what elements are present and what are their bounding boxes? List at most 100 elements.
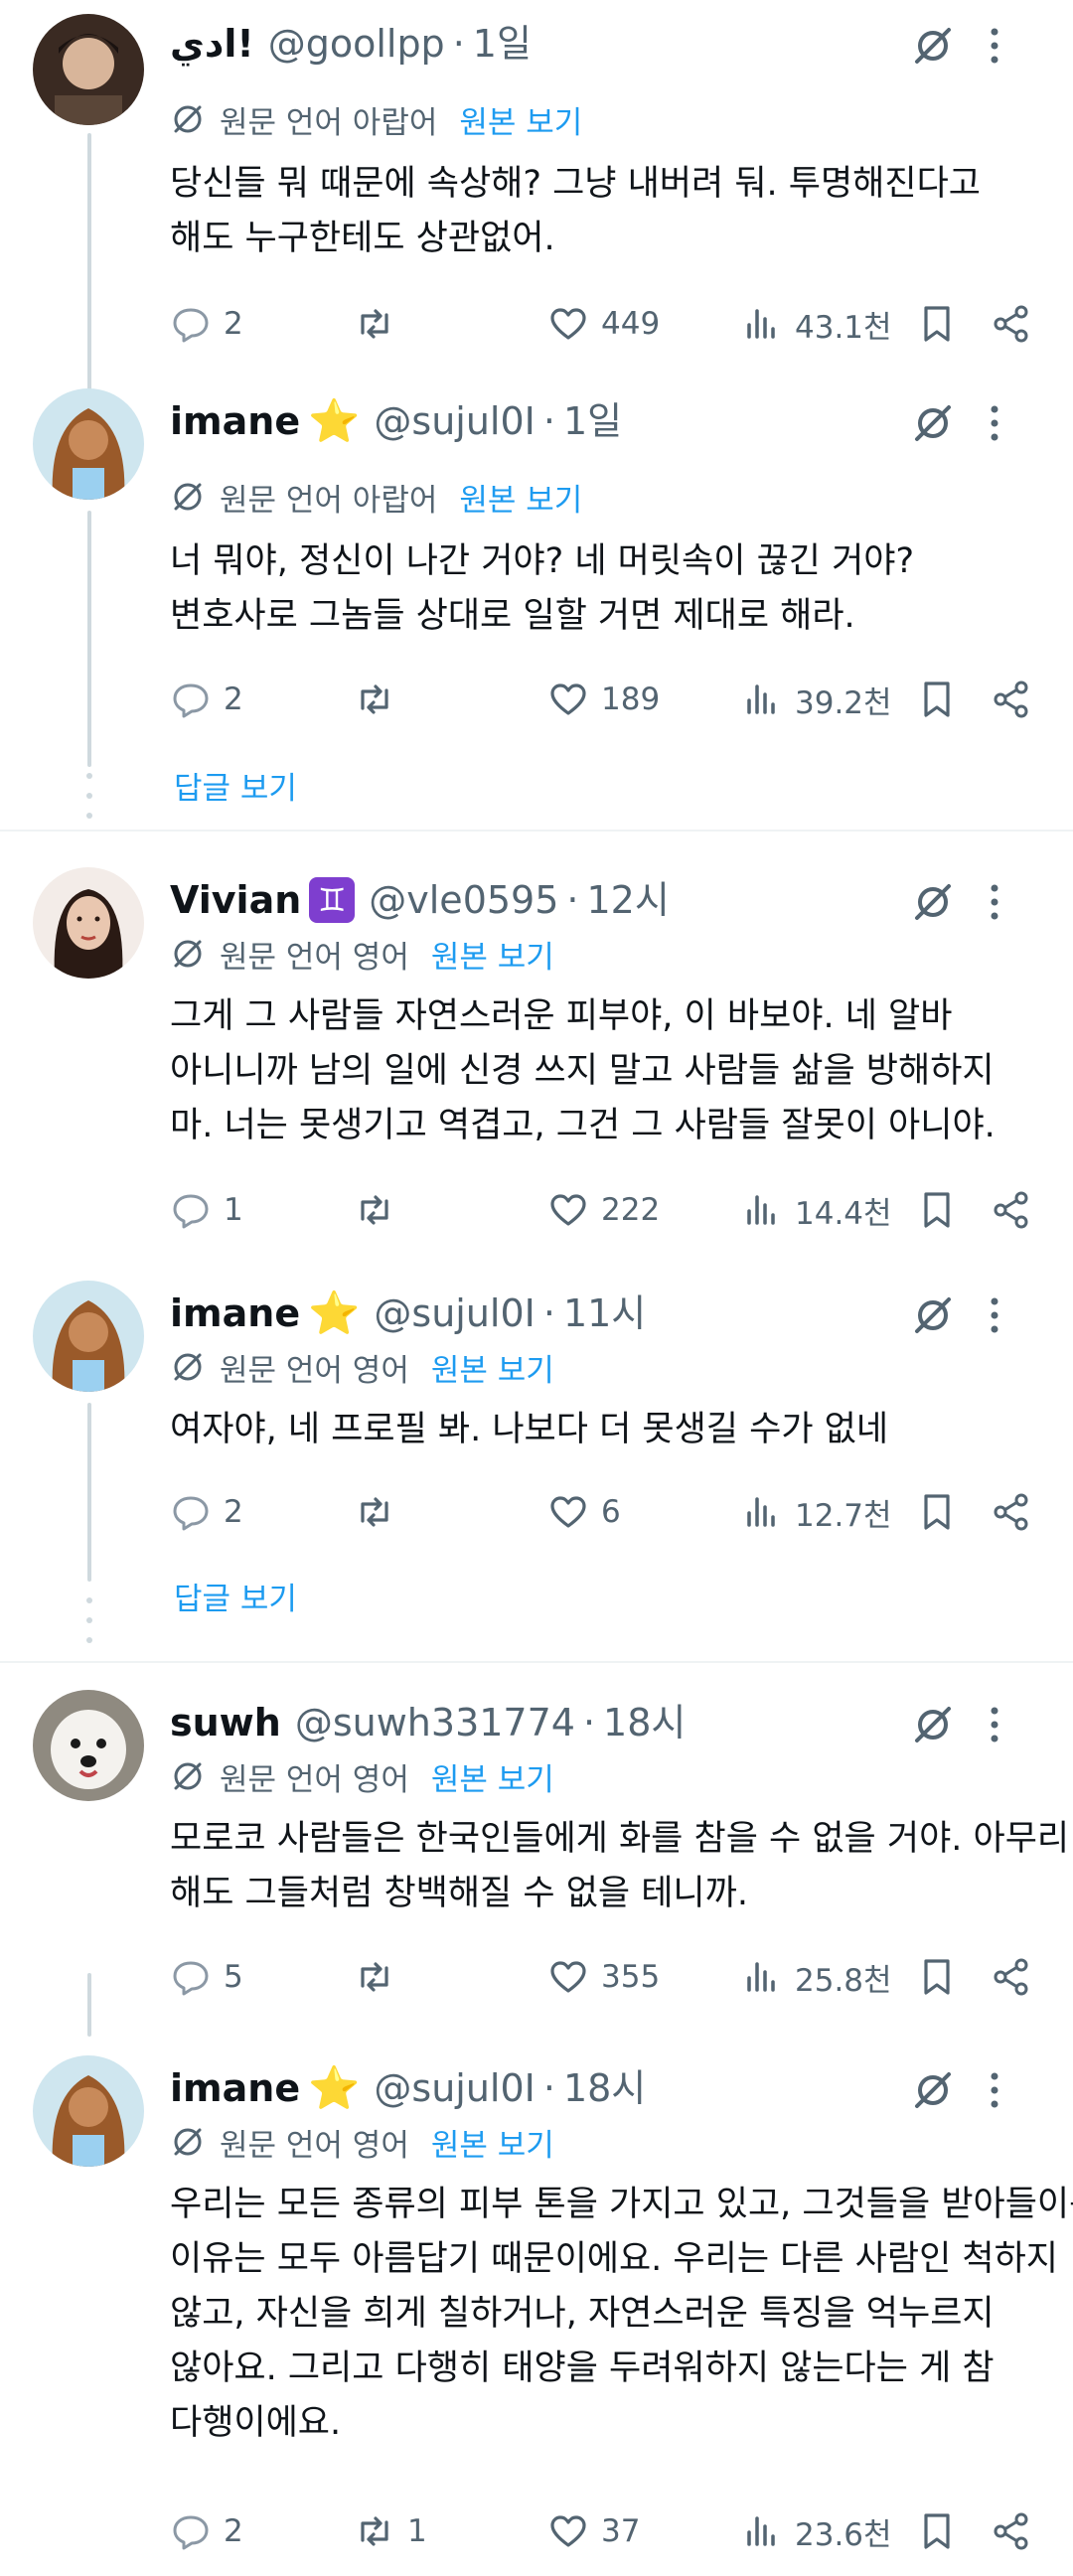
username[interactable]: @sujul0I bbox=[374, 2058, 535, 2118]
timestamp[interactable]: 18시 bbox=[563, 2058, 646, 2118]
reply-button[interactable]: 1 bbox=[170, 1180, 243, 1240]
views-button[interactable]: 43.1천 bbox=[741, 294, 892, 354]
more-options-icon[interactable] bbox=[971, 399, 1018, 447]
tweet-header: imane ⭐ @sujul0I · 11시 bbox=[170, 1284, 646, 1343]
display-name[interactable]: imane bbox=[170, 2058, 300, 2118]
tweet-text: 당신들 뭐 때문에 속상해? 그냥 내버려 둬. 투명해진다고 해도 누구한테도… bbox=[170, 157, 1044, 266]
heart-icon bbox=[550, 1496, 586, 1528]
divider bbox=[0, 830, 1073, 832]
source-language: 영어 bbox=[352, 1352, 409, 1389]
share-button[interactable] bbox=[991, 670, 1032, 729]
reply-button[interactable]: 2 bbox=[170, 670, 243, 729]
views-button[interactable]: 12.7천 bbox=[741, 1482, 892, 1542]
gemini-badge-icon: ♊ bbox=[309, 877, 356, 923]
like-button[interactable]: 449 bbox=[547, 294, 660, 354]
bookmark-button[interactable] bbox=[916, 670, 958, 729]
like-button[interactable]: 189 bbox=[547, 670, 660, 729]
retweet-icon bbox=[361, 2516, 388, 2546]
more-options-icon[interactable] bbox=[971, 1701, 1018, 1748]
reply-count: 1 bbox=[224, 1192, 243, 1228]
timestamp[interactable]: 1일 bbox=[473, 14, 532, 74]
views-button[interactable]: 25.8천 bbox=[741, 1947, 892, 2007]
bookmark-button[interactable] bbox=[916, 294, 958, 354]
text-line: 해도 누구한테도 상관없어. bbox=[170, 219, 555, 258]
reply-button[interactable]: 2 bbox=[170, 1482, 243, 1542]
share-button[interactable] bbox=[991, 294, 1032, 354]
grok-icon[interactable] bbox=[909, 1701, 957, 1748]
username[interactable]: @sujul0I bbox=[374, 1284, 535, 1343]
source-language: 영어 bbox=[352, 939, 409, 976]
timestamp[interactable]: 12시 bbox=[587, 870, 670, 930]
username[interactable]: @vle0595 bbox=[369, 870, 558, 930]
avatar[interactable] bbox=[33, 1281, 144, 1392]
share-button[interactable] bbox=[991, 1947, 1032, 2007]
like-button[interactable]: 222 bbox=[547, 1180, 660, 1240]
avatar[interactable] bbox=[33, 14, 144, 125]
retweet-button[interactable] bbox=[354, 294, 407, 354]
display-name[interactable]: suwh bbox=[170, 1693, 281, 1752]
retweet-button[interactable] bbox=[354, 1947, 407, 2007]
share-button[interactable] bbox=[991, 1482, 1032, 1542]
retweet-count: 1 bbox=[407, 2513, 427, 2549]
grok-icon[interactable] bbox=[909, 22, 957, 70]
username[interactable]: @sujul0I bbox=[374, 391, 535, 451]
views-icon bbox=[747, 2516, 775, 2546]
view-count: 23.6천 bbox=[795, 2516, 892, 2553]
retweet-button[interactable]: 1 bbox=[354, 2501, 427, 2561]
like-button[interactable]: 355 bbox=[547, 1947, 660, 2007]
avatar[interactable] bbox=[33, 2055, 144, 2167]
like-button[interactable]: 37 bbox=[547, 2501, 640, 2561]
grok-icon[interactable] bbox=[909, 878, 957, 926]
display-name[interactable]: ادي! bbox=[170, 14, 254, 74]
show-original-link[interactable]: 원본 보기 bbox=[459, 475, 582, 520]
show-original-link[interactable]: 원본 보기 bbox=[459, 97, 582, 142]
display-name[interactable]: imane bbox=[170, 391, 300, 451]
avatar[interactable] bbox=[33, 867, 144, 979]
timestamp[interactable]: 18시 bbox=[603, 1693, 686, 1752]
show-original-link[interactable]: 원본 보기 bbox=[431, 2120, 554, 2165]
share-button[interactable] bbox=[991, 1180, 1032, 1240]
show-original-link[interactable]: 원본 보기 bbox=[431, 932, 554, 977]
more-options-icon[interactable] bbox=[971, 2066, 1018, 2114]
separator-dot: · bbox=[566, 878, 579, 922]
share-icon bbox=[994, 681, 1028, 718]
grok-icon[interactable] bbox=[909, 1291, 957, 1339]
views-button[interactable]: 14.4천 bbox=[741, 1180, 892, 1240]
grok-icon[interactable] bbox=[909, 399, 957, 447]
bookmark-button[interactable] bbox=[916, 1482, 958, 1542]
bookmark-button[interactable] bbox=[916, 1947, 958, 2007]
retweet-button[interactable] bbox=[354, 670, 407, 729]
reply-button[interactable]: 2 bbox=[170, 294, 243, 354]
timestamp[interactable]: 1일 bbox=[563, 391, 622, 451]
username[interactable]: @goollpp bbox=[268, 14, 445, 74]
avatar[interactable] bbox=[33, 388, 144, 500]
like-button[interactable]: 6 bbox=[547, 1482, 621, 1542]
bookmark-icon bbox=[924, 1192, 950, 1228]
bookmark-button[interactable] bbox=[916, 2501, 958, 2561]
more-options-icon[interactable] bbox=[971, 1291, 1018, 1339]
avatar[interactable] bbox=[33, 1690, 144, 1801]
reply-button[interactable]: 5 bbox=[170, 1947, 243, 2007]
display-name[interactable]: imane bbox=[170, 1284, 300, 1343]
username[interactable]: @suwh331774 bbox=[295, 1693, 575, 1752]
text-line: 변호사로 그놈들 상대로 일할 거면 제대로 해라. bbox=[170, 596, 855, 636]
grok-icon[interactable] bbox=[909, 2066, 957, 2114]
show-replies-link[interactable]: 답글 보기 bbox=[174, 759, 297, 819]
more-options-icon[interactable] bbox=[971, 22, 1018, 70]
timestamp[interactable]: 11시 bbox=[563, 1284, 646, 1343]
views-button[interactable]: 23.6천 bbox=[741, 2501, 892, 2561]
display-name[interactable]: Vivian bbox=[170, 870, 301, 930]
translation-bar: 원문 언어 영어 원본 보기 bbox=[170, 1746, 554, 1806]
more-options-icon[interactable] bbox=[971, 878, 1018, 926]
show-original-link[interactable]: 원본 보기 bbox=[431, 1754, 554, 1799]
bookmark-button[interactable] bbox=[916, 1180, 958, 1240]
retweet-button[interactable] bbox=[354, 1482, 407, 1542]
share-button[interactable] bbox=[991, 2501, 1032, 2561]
show-replies-link[interactable]: 답글 보기 bbox=[174, 1570, 297, 1629]
tweet-header: suwh @suwh331774 · 18시 bbox=[170, 1693, 686, 1752]
show-original-link[interactable]: 원본 보기 bbox=[431, 1345, 554, 1390]
bookmark-icon bbox=[924, 682, 950, 717]
views-button[interactable]: 39.2천 bbox=[741, 670, 892, 729]
reply-button[interactable]: 2 bbox=[170, 2501, 243, 2561]
retweet-button[interactable] bbox=[354, 1180, 407, 1240]
